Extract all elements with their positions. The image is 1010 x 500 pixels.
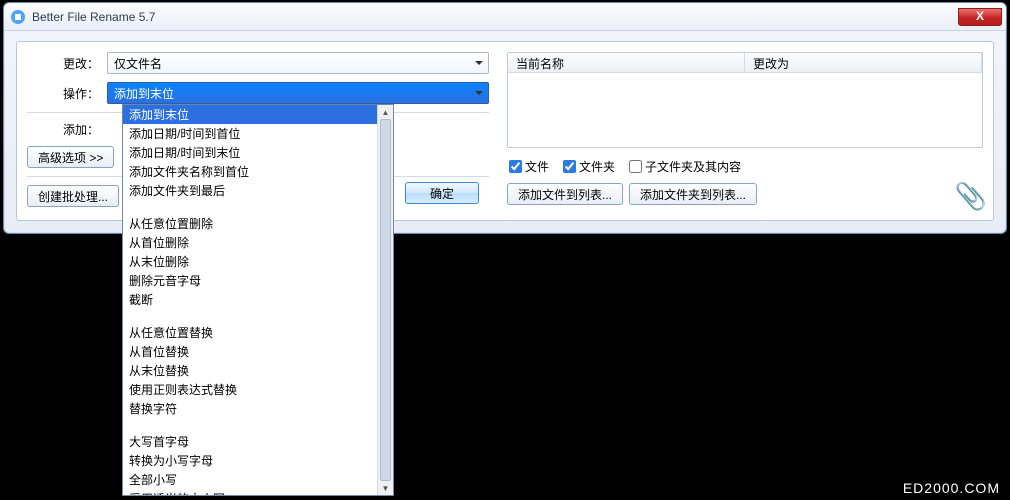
dropdown-item[interactable]: 全部小写 [123,470,393,489]
dropdown-item[interactable]: 截断 [123,290,393,309]
dropdown-item[interactable]: 从末位替换 [123,361,393,380]
check-folders-input[interactable] [563,160,576,173]
check-subfolders-input[interactable] [629,160,642,173]
scroll-up-arrow[interactable]: ▲ [378,105,393,119]
dropdown-item[interactable]: 添加日期/时间到首位 [123,124,393,143]
col-rename-to[interactable]: 更改为 [745,53,982,72]
dropdown-item[interactable]: 转换为小写字母 [123,451,393,470]
dropdown-separator [123,418,393,432]
dropdown-item[interactable]: 从首位删除 [123,233,393,252]
dropdown-separator [123,309,393,323]
dropdown-item[interactable]: 添加到末位 [123,105,393,124]
dropdown-item[interactable]: 替换字符 [123,399,393,418]
col-current-name[interactable]: 当前名称 [508,53,745,72]
operation-dropdown[interactable]: 添加到末位添加日期/时间到首位添加日期/时间到末位添加文件夹名称到首位添加文件夹… [122,104,394,496]
dropdown-item[interactable]: 从任意位置替换 [123,323,393,342]
dropdown-item[interactable]: 添加文件夹名称到首位 [123,162,393,181]
dropdown-item[interactable]: 采用适当的大小写 [123,489,393,496]
change-combo[interactable]: 仅文件名 [107,52,489,74]
dropdown-item[interactable]: 大写首字母 [123,432,393,451]
dropdown-scrollbar[interactable]: ▲ ▼ [377,105,393,495]
file-list[interactable]: 当前名称 更改为 [507,52,983,148]
operation-value: 添加到末位 [114,85,174,102]
titlebar[interactable]: Better File Rename 5.7 X [4,3,1006,31]
add-files-button[interactable]: 添加文件到列表... [507,183,623,205]
paperclip-icon[interactable]: 📎 [955,181,987,212]
check-files[interactable]: 文件 [509,158,549,175]
check-subfolders[interactable]: 子文件夹及其内容 [629,158,741,175]
check-files-input[interactable] [509,160,522,173]
scroll-down-arrow[interactable]: ▼ [378,481,393,495]
create-batch-button[interactable]: 创建批处理... [27,185,119,207]
window-title: Better File Rename 5.7 [32,10,155,24]
ok-button[interactable]: 确定 [405,182,479,204]
dropdown-item[interactable]: 添加文件夹到最后 [123,181,393,200]
files-panel: 当前名称 更改为 文件 文件夹 子文件夹及其内容 添加文件到列表... 添加文件… [507,52,983,210]
scope-checks: 文件 文件夹 子文件夹及其内容 [509,158,983,175]
close-button[interactable]: X [958,8,1002,26]
dropdown-separator [123,200,393,214]
app-icon [10,9,26,25]
operation-combo[interactable]: 添加到末位 [107,82,489,104]
dropdown-item[interactable]: 从首位替换 [123,342,393,361]
dropdown-item[interactable]: 添加日期/时间到末位 [123,143,393,162]
change-label: 更改： [27,55,99,72]
add-folders-button[interactable]: 添加文件夹到列表... [629,183,757,205]
dropdown-item[interactable]: 使用正则表达式替换 [123,380,393,399]
scroll-thumb[interactable] [380,119,391,481]
list-header: 当前名称 更改为 [508,53,982,73]
advanced-options-button[interactable]: 高级选项 >> [27,146,114,168]
dropdown-item[interactable]: 删除元音字母 [123,271,393,290]
operation-label: 操作： [27,85,99,102]
change-value: 仅文件名 [114,55,162,72]
dropdown-item[interactable]: 从末位删除 [123,252,393,271]
dropdown-item[interactable]: 从任意位置删除 [123,214,393,233]
check-folders[interactable]: 文件夹 [563,158,615,175]
add-label: 添加： [27,121,99,138]
watermark: ED2000.COM [903,480,1000,496]
